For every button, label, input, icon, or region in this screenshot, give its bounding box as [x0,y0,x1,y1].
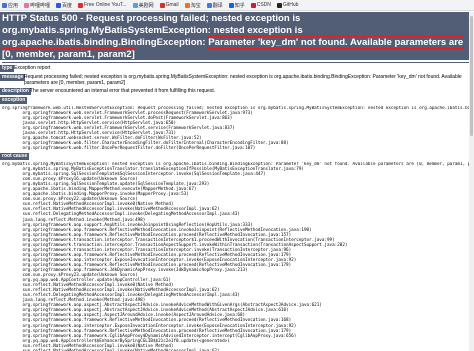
page-title: HTTP Status 500 - Request processing fai… [0,12,474,60]
bookmark-label: 知乎 [234,2,245,9]
zhihu-icon [228,2,234,8]
gmail-icon [159,2,165,8]
scrollbar[interactable] [469,12,474,351]
exception-header: exception [0,97,28,104]
bookmark-label: GitHub [282,2,299,8]
description-label: description [0,88,31,95]
bookmark-label: 淘宝 [190,2,201,9]
divider [2,62,474,63]
bookmark-label: Gmail [165,2,179,8]
bookmark-item[interactable]: 百度 [56,2,72,9]
bookmark-item[interactable]: 哔哩哔哩 [24,2,50,9]
bookmarks-bar: 应用 哔哩哔哩 百度 Free Online YouT... 美剧网 Gmail 淘宝 翻译 知… [0,0,474,11]
bookmark-item[interactable]: CSDN [250,2,271,8]
message-value: Request processing failed; nested except… [24,74,462,86]
csdn-icon [250,2,256,8]
exception-trace: org.springframework.web.util.NestedServl… [2,106,474,152]
github-icon [276,2,282,8]
scrollbar-thumb[interactable] [470,16,473,136]
taobao-icon [184,2,190,8]
bookmark-label: 应用 [8,2,19,9]
bookmark-icon [132,2,138,8]
type-label: type [0,65,15,72]
bookmark-label: 哔哩哔哩 [30,2,51,9]
bilibili-icon [24,2,30,8]
bookmark-item[interactable]: Gmail [159,2,179,8]
apps-icon [2,2,7,8]
type-value: Exception report [14,65,51,71]
bookmark-label: CSDN [256,2,271,8]
baidu-icon [56,2,62,8]
bookmark-item[interactable]: 知乎 [228,2,245,9]
bookmark-item[interactable]: 淘宝 [184,2,201,9]
bookmark-item[interactable]: GitHub [276,2,299,8]
bookmark-item[interactable]: 美剧网 [132,2,154,9]
bookmark-label: 翻译 [212,2,223,9]
bookmark-item[interactable]: 应用 [2,2,18,9]
youtube-icon [78,2,84,8]
bookmark-label: 百度 [62,2,73,9]
bookmark-label: 美剧网 [138,2,154,9]
bookmark-item[interactable]: Free Online YouT... [78,2,127,8]
root-cause-trace: org.mybatis.spring.MyBatisSystemExceptio… [2,162,474,351]
bookmark-label: Free Online YouT... [84,2,127,8]
root-cause-header: root cause [0,153,30,160]
description-value: The server encountered an internal error… [30,88,216,94]
translate-icon [206,2,212,8]
message-label: message [0,74,26,81]
bookmark-item[interactable]: 翻译 [206,2,223,9]
